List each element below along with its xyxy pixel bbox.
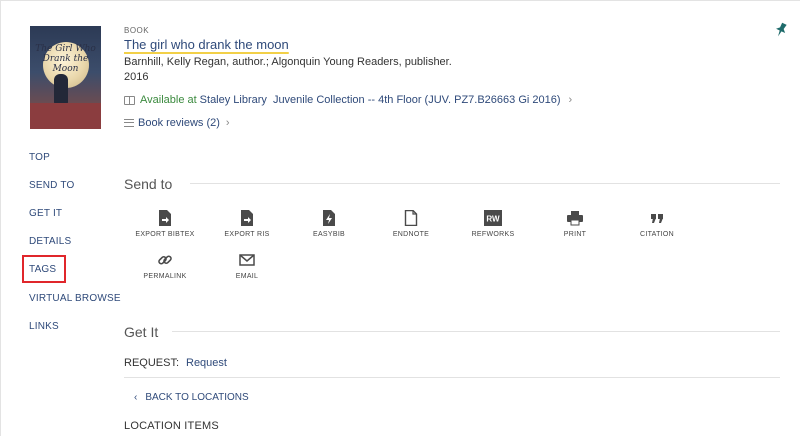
tags-highlight-box	[22, 255, 66, 283]
send-to-title: Send to	[124, 176, 173, 192]
permalink-label: PERMALINK	[143, 273, 187, 280]
export-bibtex-label: EXPORT BIBTEX	[135, 231, 195, 238]
refworks-icon: RW	[484, 210, 502, 226]
book-reviews-label: Book reviews (2)	[138, 117, 220, 129]
chevron-left-icon: ‹	[134, 392, 138, 403]
nav-send-to[interactable]: SEND TO	[29, 180, 75, 191]
file-export-icon	[241, 210, 253, 226]
export-bibtex-button[interactable]: EXPORT BIBTEX	[125, 210, 205, 238]
print-button[interactable]: PRINT	[535, 210, 615, 238]
record-title[interactable]: The girl who drank the moon	[124, 37, 289, 52]
book-reviews-link[interactable]: Book reviews (2) ›	[124, 117, 230, 129]
easybib-label: EASYBIB	[312, 231, 346, 238]
citation-button[interactable]: CITATION	[617, 210, 697, 238]
easybib-icon	[323, 210, 335, 226]
location-items-heading: LOCATION ITEMS	[124, 420, 219, 432]
record-year: 2016	[124, 71, 149, 83]
nav-virtual-browse[interactable]: VIRTUAL BROWSE	[29, 293, 121, 304]
endnote-label: ENDNOTE	[392, 231, 430, 238]
back-to-locations-label: BACK TO LOCATIONS	[145, 392, 249, 403]
quote-icon	[651, 214, 663, 223]
request-link[interactable]: Request	[186, 357, 227, 369]
printer-icon	[567, 211, 583, 226]
request-label: REQUEST:	[124, 357, 180, 369]
svg-text:RW: RW	[486, 215, 500, 224]
send-to-divider	[190, 183, 780, 184]
availability-status: Available at	[140, 94, 197, 106]
book-icon	[124, 95, 135, 105]
book-cover[interactable]: The Girl Who Drank the Moon	[30, 26, 101, 129]
link-icon	[158, 255, 172, 265]
nav-links[interactable]: LINKS	[29, 321, 59, 332]
chevron-right-icon: ›	[225, 117, 230, 129]
document-icon	[404, 210, 418, 226]
file-export-icon	[159, 210, 171, 226]
export-ris-button[interactable]: EXPORT RIS	[207, 210, 287, 238]
back-to-locations-button[interactable]: ‹ BACK TO LOCATIONS	[134, 392, 249, 403]
easybib-button[interactable]: EASYBIB	[289, 210, 369, 238]
citation-label: CITATION	[639, 231, 675, 238]
refworks-label: REFWORKS	[471, 231, 515, 238]
cover-title: The Girl Who Drank the Moon	[35, 44, 96, 74]
get-it-divider	[172, 331, 780, 332]
availability-library[interactable]: Staley Library	[200, 94, 267, 106]
nav-top[interactable]: TOP	[29, 152, 50, 163]
pin-icon[interactable]	[774, 22, 788, 38]
request-divider	[124, 377, 780, 378]
nav-get-it[interactable]: GET IT	[29, 208, 62, 219]
print-label: PRINT	[563, 231, 587, 238]
email-button[interactable]: EMAIL	[207, 252, 287, 280]
email-label: EMAIL	[235, 273, 259, 280]
permalink-button[interactable]: PERMALINK	[125, 252, 205, 280]
chevron-right-icon[interactable]: ›	[569, 94, 573, 106]
nav-details[interactable]: DETAILS	[29, 236, 71, 247]
refworks-button[interactable]: RW REFWORKS	[453, 210, 533, 238]
get-it-title: Get It	[124, 324, 159, 340]
record-author: Barnhill, Kelly Regan, author.; Algonqui…	[124, 56, 452, 68]
cover-ground	[30, 103, 101, 129]
list-icon	[124, 119, 134, 127]
export-ris-label: EXPORT RIS	[224, 231, 270, 238]
cover-figure	[54, 74, 68, 104]
availability-collection[interactable]: Juvenile Collection -- 4th Floor (JUV. P…	[273, 94, 561, 106]
availability-line[interactable]: Available at Staley Library Juvenile Col…	[124, 94, 572, 106]
endnote-button[interactable]: ENDNOTE	[371, 210, 451, 238]
envelope-icon	[239, 254, 255, 266]
record-type: BOOK	[124, 26, 150, 35]
